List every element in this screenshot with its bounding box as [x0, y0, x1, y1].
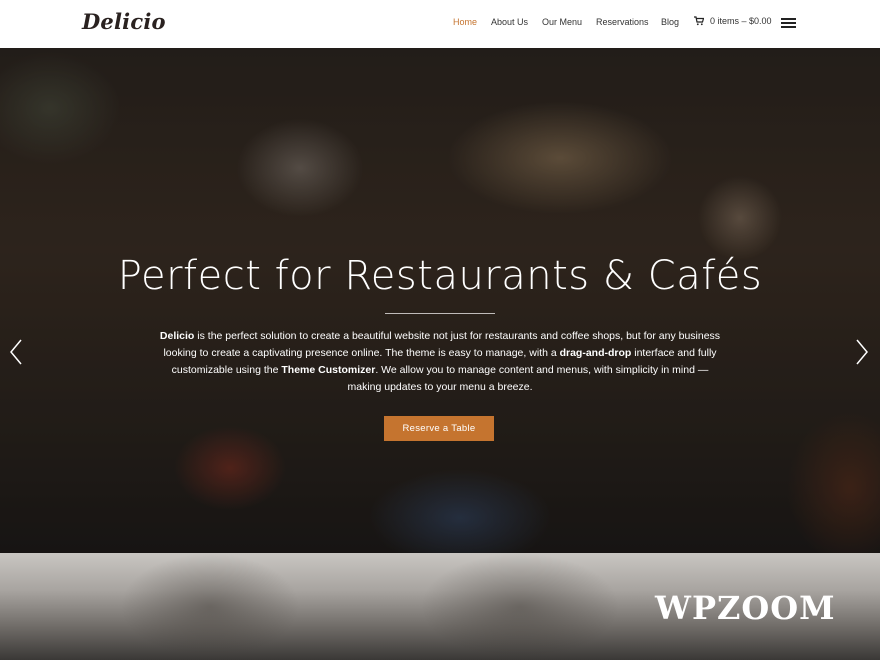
reserve-table-button[interactable]: Reserve a Table: [384, 416, 494, 441]
menu-icon[interactable]: [781, 18, 796, 28]
nav-item-reservations[interactable]: Reservations: [596, 17, 649, 27]
site-header: Delicio Home About Us Our Menu Reservati…: [0, 0, 880, 48]
chevron-left-icon[interactable]: [8, 338, 24, 366]
nav-item-blog[interactable]: Blog: [661, 17, 679, 27]
site-logo[interactable]: Delicio: [82, 9, 166, 34]
hero-overlay: [0, 48, 880, 553]
hero-text-bold-2: drag-and-drop: [559, 347, 632, 359]
nav-item-our-menu[interactable]: Our Menu: [542, 17, 582, 27]
chevron-right-icon[interactable]: [854, 338, 870, 366]
hero-divider: [385, 313, 495, 314]
hero-description: Delicio is the perfect solution to creat…: [155, 328, 725, 396]
cart-icon: [694, 16, 704, 26]
wpzoom-watermark: WPZOOM: [655, 589, 836, 627]
hero-slider: Perfect for Restaurants & Cafés Delicio …: [0, 48, 880, 553]
cart-summary: 0 items – $0.00: [710, 16, 772, 26]
hero-title: Perfect for Restaurants & Cafés: [117, 253, 763, 299]
hero-text-3: . We allow you to manage content and men…: [347, 364, 709, 393]
cart-link[interactable]: 0 items – $0.00: [694, 16, 772, 26]
hero-text-bold-1: Delicio: [159, 330, 195, 342]
nav-item-home[interactable]: Home: [453, 17, 477, 27]
hero-text-bold-3: Theme Customizer: [281, 364, 376, 376]
nav-item-about-us[interactable]: About Us: [491, 17, 528, 27]
